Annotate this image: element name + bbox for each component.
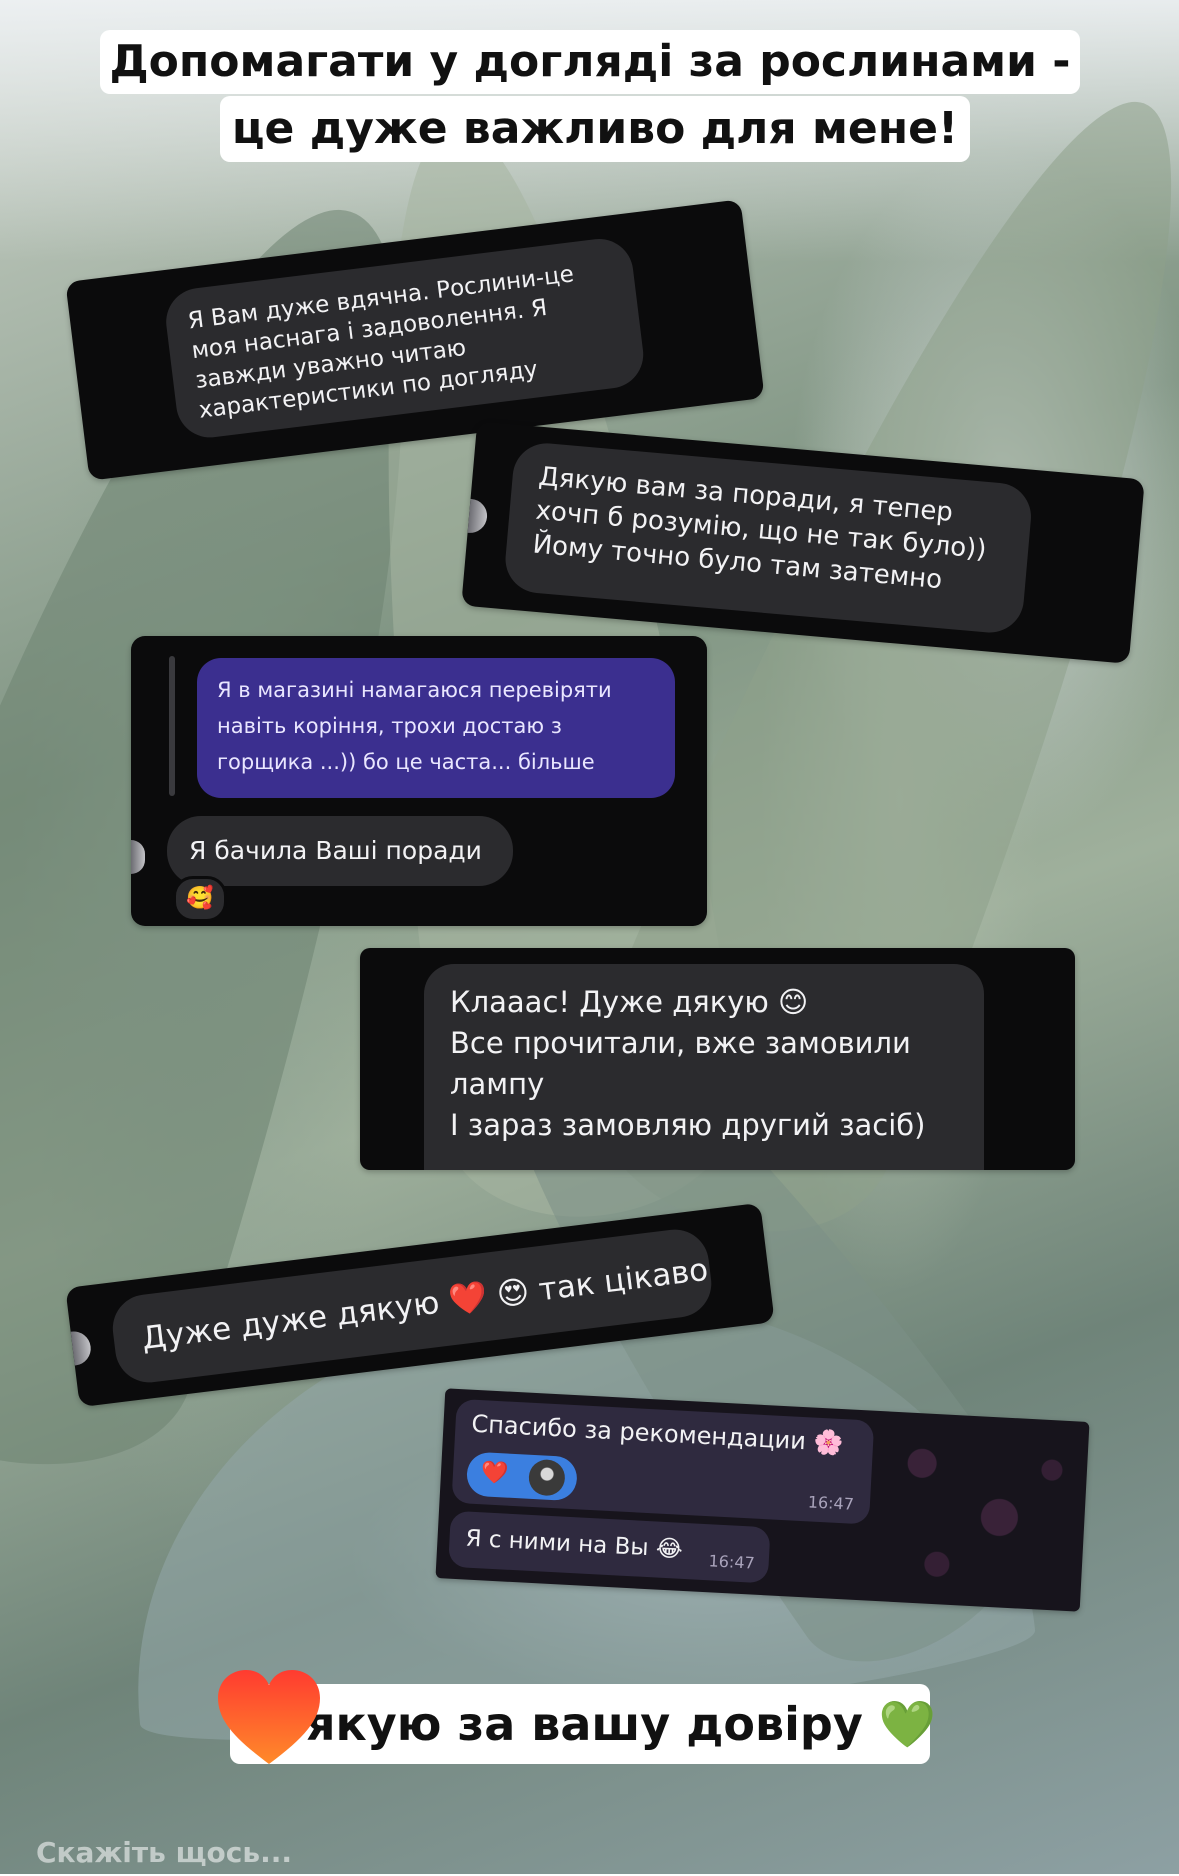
incoming-message-bubble: Я бачила Ваші поради [167,816,513,886]
message-text: Я с ними на Вы 😂 [464,1525,684,1563]
message-time: 16:47 [708,1551,756,1573]
red-heart-icon: ❤️ [480,1460,510,1487]
chat-screenshot-3: Я в магазині намагаюся перевіряти навіть… [131,636,707,926]
incoming-message-bubble: Клааас! Дуже дякую 😊 Все прочитали, вже … [424,964,984,1170]
story-title-line-2: це дуже важливо для мене! [220,96,970,162]
reaction-badge[interactable]: 🥰 [173,876,227,922]
message-time: 16:47 [807,1492,855,1514]
avatar [467,498,489,535]
message-text: Все прочитали, вже замовили [450,1026,911,1060]
message-text: лампу [450,1067,545,1101]
incoming-message-bubble: Дякую вам за поради, я тепер хочп б розу… [502,440,1034,636]
reply-line [169,656,175,796]
message-text: І зараз замовляю другий засіб) [450,1108,926,1142]
avatar [70,1329,93,1366]
incoming-message-bubble: Я с ними на Вы 😂 16:47 [448,1510,771,1584]
chat-screenshot-6: Спасибо за рекомендации 🌸 ❤️ 16:47 Я с н… [435,1388,1090,1612]
message-text: навіть коріння, трохи достаю з [217,714,562,738]
chat-screenshot-4: Клааас! Дуже дякую 😊 Все прочитали, вже … [360,948,1075,1170]
smiling-face-with-hearts-icon: 🥰 [186,886,214,911]
message-text: Клааас! Дуже дякую 😊 [450,985,809,1019]
outgoing-reply-bubble: Я в магазині намагаюся перевіряти навіть… [197,658,675,798]
story-footer-caption: якую за вашу довіру 💚 [230,1684,936,1764]
story-title-line-1: Допомагати у догляді за рослинами - [100,30,1080,94]
story-reply-input[interactable]: Скажіть щось... [36,1836,636,1876]
message-text: Я бачила Ваші поради [189,836,482,865]
message-text: горщика ...)) бо це часта... більше [217,750,595,774]
incoming-message-bubble: Спасибо за рекомендации 🌸 ❤️ 16:47 [451,1398,875,1525]
avatar [131,840,145,874]
reaction-chip[interactable]: ❤️ [465,1451,578,1502]
chat-wallpaper-doodles [875,1421,1085,1602]
heart-sticker-icon [216,1668,322,1768]
incoming-message-bubble: Я Вам дуже вдячна. Рослини-це моя наснаг… [162,235,648,442]
message-text: Я в магазині намагаюся перевіряти [217,678,612,702]
message-text: Спасибо за рекомендации 🌸 [470,1409,845,1458]
avatar [527,1458,566,1497]
